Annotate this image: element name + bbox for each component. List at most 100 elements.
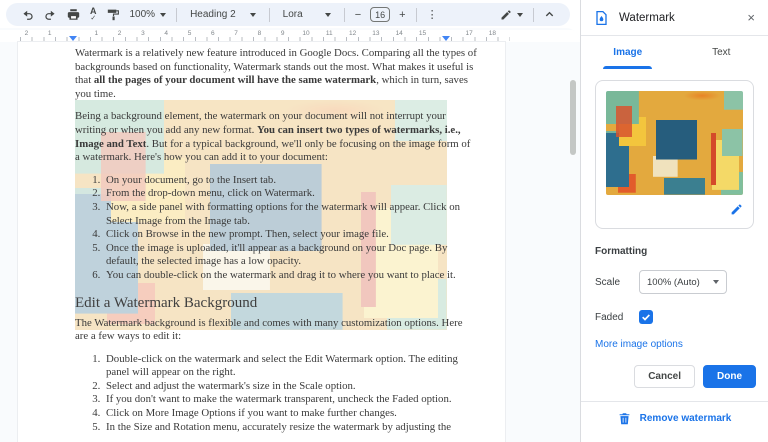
ruler-number: 18 — [489, 30, 496, 37]
paint-format-button[interactable] — [102, 5, 125, 25]
pencil-icon — [500, 9, 512, 21]
ruler-number: 7 — [234, 30, 238, 37]
ruler-number: 17 — [465, 30, 472, 37]
list-item: Click on Browse in the new prompt. Then,… — [103, 228, 477, 242]
chevron-down-icon — [160, 13, 166, 17]
indent-marker[interactable] — [442, 36, 450, 41]
document-canvas: 211234567891011121314151718 Watermark is… — [0, 28, 580, 442]
list-item: Select and adjust the watermark's size i… — [103, 380, 477, 394]
ruler-number: 15 — [419, 30, 426, 37]
toolbar-divider — [416, 8, 417, 22]
redo-icon — [44, 8, 57, 21]
done-button[interactable]: Done — [703, 365, 756, 388]
doc-heading: Edit a Watermark Background — [75, 294, 477, 312]
list-item: You can double-click on the watermark an… — [103, 269, 477, 283]
ruler-number: 3 — [141, 30, 145, 37]
font-value: Lora — [283, 9, 303, 20]
doc-paragraph: Being a background element, the watermar… — [75, 110, 477, 164]
list-item: Double-click on the watermark and select… — [103, 353, 477, 380]
list-item: If you don't want to make the watermark … — [103, 393, 477, 407]
scale-label: Scale — [595, 277, 639, 288]
font-select[interactable]: Lora — [275, 5, 339, 25]
paint-roller-icon — [107, 8, 120, 21]
google-docs-window: A✓ 100% Heading 2 Lora − 16 + — [0, 0, 768, 442]
chevron-up-icon — [544, 9, 555, 20]
undo-icon — [21, 8, 34, 21]
zoom-value: 100% — [130, 9, 156, 20]
ruler[interactable]: 211234567891011121314151718 — [0, 30, 580, 42]
ruler-number: 6 — [211, 30, 215, 37]
close-icon[interactable]: × — [747, 10, 755, 25]
watermark-preview-image — [606, 91, 743, 195]
check-icon — [641, 312, 651, 322]
list-item: On your document, go to the Insert tab. — [103, 174, 477, 188]
list-item: In the Size and Rotation menu, accuratel… — [103, 421, 477, 435]
font-size-decrease-button[interactable]: − — [350, 5, 366, 25]
trash-icon — [618, 412, 631, 425]
list-item: Click on More Image Options if you want … — [103, 407, 477, 421]
tab-text[interactable]: Text — [675, 36, 768, 69]
ruler-number: 13 — [372, 30, 379, 37]
doc-paragraph: Watermark is a relatively new feature in… — [75, 47, 477, 101]
panel-actions: Cancel Done — [593, 365, 756, 388]
remove-watermark-button[interactable]: Remove watermark — [581, 401, 768, 435]
edit-image-row — [606, 203, 743, 218]
redo-button[interactable] — [39, 5, 62, 25]
ruler-number: 9 — [281, 30, 285, 37]
panel-title: Watermark — [619, 12, 675, 24]
more-image-options-link[interactable]: More image options — [595, 339, 754, 350]
spell-check-icon: A✓ — [90, 7, 97, 22]
print-button[interactable] — [62, 5, 85, 25]
list-item: Once the image is uploaded, it'll appear… — [103, 242, 477, 269]
zoom-select[interactable]: 100% — [125, 5, 172, 25]
chevron-down-icon — [250, 13, 256, 17]
hide-menus-button[interactable] — [539, 5, 560, 25]
chevron-down-icon — [517, 13, 523, 17]
undo-button[interactable] — [16, 5, 39, 25]
scale-select[interactable]: 100% (Auto) — [639, 270, 727, 294]
list-item: From the drop-down menu, click on Waterm… — [103, 187, 477, 201]
faded-label: Faded — [595, 312, 639, 323]
ruler-number: 14 — [396, 30, 403, 37]
panel-tabs: Image Text — [581, 36, 768, 69]
ruler-number: 12 — [349, 30, 356, 37]
doc-list: Double-click on the watermark and select… — [75, 353, 477, 435]
faded-row: Faded — [595, 310, 754, 324]
ruler-number: 4 — [164, 30, 168, 37]
toolbar-divider — [176, 8, 177, 22]
ruler-number: 11 — [326, 30, 333, 37]
toolbar: A✓ 100% Heading 2 Lora − 16 + — [0, 0, 580, 28]
edit-image-button[interactable] — [730, 203, 743, 218]
toolbar-pill: A✓ 100% Heading 2 Lora − 16 + — [6, 3, 570, 26]
more-options-button[interactable]: ⋮ — [422, 5, 443, 25]
panel-header: Watermark × — [581, 0, 768, 36]
formatting-section-label: Formatting — [595, 246, 754, 257]
ruler-number: 10 — [302, 30, 309, 37]
font-size-input[interactable]: 16 — [370, 7, 390, 22]
print-icon — [67, 8, 80, 21]
toolbar-divider — [533, 8, 534, 22]
document-content: Watermark is a relatively new feature in… — [18, 42, 505, 434]
scale-value: 100% (Auto) — [647, 277, 700, 288]
cancel-button[interactable]: Cancel — [634, 365, 695, 388]
editing-mode-button[interactable] — [495, 5, 528, 25]
document-page[interactable]: Watermark is a relatively new feature in… — [18, 42, 505, 442]
ruler-number: 1 — [48, 30, 52, 37]
chevron-down-icon — [325, 13, 331, 17]
ruler-ticks — [20, 37, 510, 41]
watermark-document-icon — [594, 10, 609, 26]
watermark-panel: Watermark × Image Text Formatting Scale … — [580, 0, 768, 442]
style-value: Heading 2 — [190, 9, 236, 20]
vertical-scrollbar[interactable] — [570, 80, 576, 155]
remove-watermark-label: Remove watermark — [640, 413, 732, 424]
tab-image[interactable]: Image — [581, 36, 675, 69]
ruler-number: 2 — [25, 30, 29, 37]
spell-check-button[interactable]: A✓ — [85, 5, 102, 25]
font-size-increase-button[interactable]: + — [394, 5, 410, 25]
ruler-number: 2 — [118, 30, 122, 37]
faded-checkbox[interactable] — [639, 310, 653, 324]
watermark-image-card — [595, 80, 754, 229]
styles-select[interactable]: Heading 2 — [182, 5, 264, 25]
ruler-number: 8 — [258, 30, 262, 37]
indent-marker[interactable] — [69, 36, 77, 41]
